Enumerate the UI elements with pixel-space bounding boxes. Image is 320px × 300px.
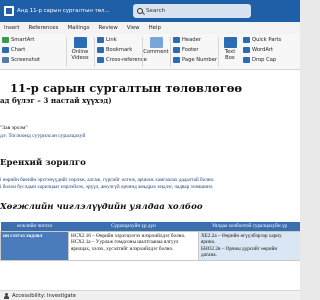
ribbon-divider [94,37,95,67]
table-row: ин сэтгэл хөдлөл НСХ2.16 – Өөрийн хэрэгц… [0,230,300,261]
table-header-cell: Уялдаа холбоотой суралцахуйн үр [198,222,300,231]
smartart-button[interactable]: SmartArt [2,37,34,43]
cross-reference-button[interactable]: Cross-reference [97,57,147,63]
screenshot-icon [2,57,9,63]
cell-text: НСХ2.16 – Өөрийн хэрэгцээгээ илэрхийлдэг… [71,232,186,239]
goal-paragraph-line: і өөрийн биеийн эрхтэнүүдийг нэрлэж, алг… [0,177,215,183]
chart-button[interactable]: Chart [2,47,25,53]
comment-button[interactable]: Comment [143,37,169,55]
title-bar: Анд 11-р сарын сургалтын төл... Search [0,0,300,22]
chart-icon [2,47,9,53]
quick-parts-icon [243,37,250,43]
accessibility-status[interactable]: Accessibility: Investigate [12,293,76,299]
tab-view[interactable]: View [127,25,140,31]
word-app-icon [4,6,14,16]
search-placeholder: Search [146,8,166,14]
table-cell: ХЕ2.2а – Өөрийн өгүүлбэрээр хариу ярина.… [198,230,300,261]
drop-cap-icon [243,57,250,63]
approach-line: дэ: Тоглоомд суурилсан суралцахуй [0,133,86,139]
table-cell: НСХ2.16 – Өөрийн хэрэгцээгээ илэрхийлдэг… [68,230,199,261]
screenshot-button[interactable]: Screenshot [2,57,40,63]
tab-insert[interactable]: Insert [4,25,19,31]
cell-text: ин сэтгэл хөдлөл [3,232,43,239]
tab-help[interactable]: Help [149,25,161,31]
document-heading: 11-р сарын сургалтын төлөвлөгөө [10,81,243,95]
table-header-cell: өгжлийн чиглэл [0,222,69,231]
section-heading-integration: Хөгжлийн чиглэлүүдийн уялдаа холбоо [0,202,203,212]
quick-parts-button[interactable]: Quick Parts [243,37,281,43]
header-button[interactable]: Header [173,37,201,43]
ribbon-divider [170,37,171,67]
theme-line: "Зав эрхэм" [0,125,28,131]
search-icon [137,8,143,14]
footer-button[interactable]: Footer [173,47,199,53]
integration-table: өгжлийн чиглэл Суралцахуйн үр дүн Уялдаа… [0,222,300,261]
ribbon: SmartArt Chart Screenshot Online Videos … [0,34,300,70]
smartart-icon [2,37,9,43]
goal-paragraph-line: і болон буслдын харилцааг нэрлэйлэх, эрү… [0,184,214,190]
ribbon-divider [66,37,67,67]
footer-icon [173,47,180,53]
page-number-icon [173,57,180,63]
tab-mailings[interactable]: Mailings [67,25,89,31]
document-subheading: ад бүлэг – 3 настай хүүхэд) [0,96,112,105]
link-button[interactable]: Link [97,37,117,43]
document-page[interactable]: 11-р сарын сургалтын төлөвлөгөө ад бүлэг… [0,70,300,290]
cell-text: БНО2.2в – Орчны дүрсийг өөрийн [201,245,278,252]
table-header-row: өгжлийн чиглэл Суралцахуйн үр дүн Уялдаа… [0,222,300,231]
online-video-icon [73,37,87,48]
status-bar: Accessibility: Investigate [0,290,300,300]
cross-reference-icon [97,57,104,63]
menu-bar: Insert References Mailings Review View H… [0,22,300,34]
table-header-cell: Суралцахуйн үр дүн [68,222,199,231]
section-heading-goal: Еренхий зорилго [0,158,86,168]
ribbon-divider [218,37,219,67]
link-icon [97,37,104,43]
text-box-icon [223,37,237,48]
wordart-icon [243,47,250,53]
bookmark-button[interactable]: Bookmark [97,47,132,53]
drop-cap-button[interactable]: Drop Cap [243,57,276,63]
cell-text: ярилцах, хэлэх, хүсэлтийг илэрхийлдэг бо… [71,245,174,252]
page-number-button[interactable]: Page Number [173,57,217,63]
cell-text: ярина. [201,239,216,246]
online-videos-button[interactable]: Online Videos [70,37,90,61]
tab-references[interactable]: References [28,25,58,31]
cell-text: датана. [201,252,217,259]
tab-review[interactable]: Review [99,25,118,31]
search-box[interactable]: Search [133,4,251,18]
wordart-button[interactable]: WordArt [243,47,273,53]
bookmark-icon [97,47,104,53]
cell-text: НСХ2.1а – Уурлаж гомдсоны шалтгаанаа ялг… [71,239,179,246]
cell-text: ХЕ2.2а – Өөрийн өгүүлбэрээр хариу [201,232,282,239]
comment-icon [149,37,163,48]
text-box-button[interactable]: Text Box [221,37,239,61]
document-title: Анд 11-р сарын сургалтын төл... [17,8,110,14]
header-icon [173,37,180,43]
table-cell: ин сэтгэл хөдлөл [0,230,69,261]
accessibility-icon [3,292,9,299]
